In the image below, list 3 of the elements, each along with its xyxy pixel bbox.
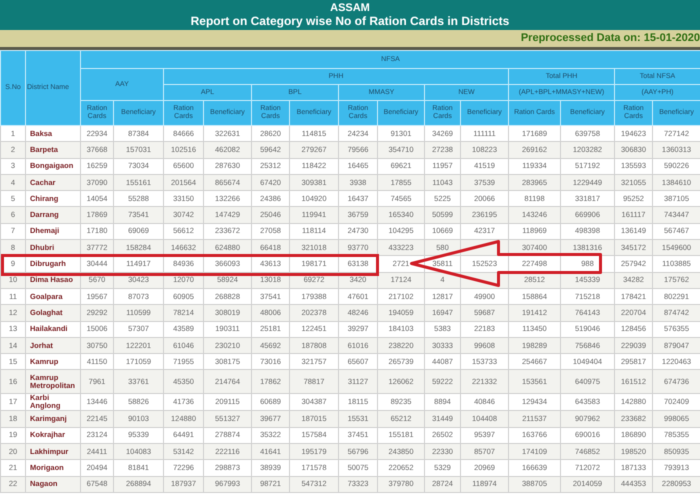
- report-title: Report on Category wise No of Ration Cards in Districts: [190, 14, 510, 28]
- report-state-title: ASSAM: [330, 2, 370, 14]
- data-date: Preprocessed Data on: 15-01-2020: [520, 32, 700, 45]
